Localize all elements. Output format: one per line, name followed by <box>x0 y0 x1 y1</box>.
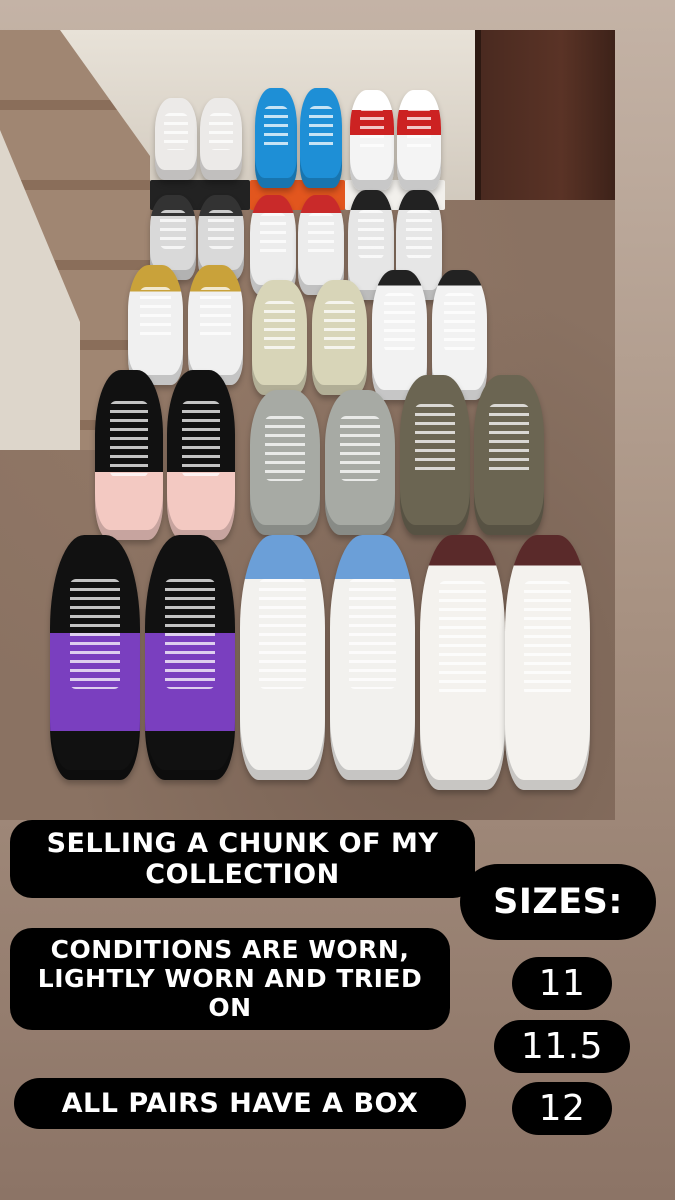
sizes-title: SIZES: <box>460 864 656 941</box>
sneaker-white-brown-high <box>420 535 505 790</box>
sneaker-grey-chunky <box>325 390 395 535</box>
sneaker-red-white-high <box>397 90 441 190</box>
sneaker-collection-photo <box>0 30 615 820</box>
headline-caption: SELLING A CHUNK OF MY COLLECTION <box>10 820 475 899</box>
sneaker-blue-high <box>300 88 342 188</box>
sizes-title-text: SIZES: <box>493 882 623 922</box>
conditions-text: CONDITIONS ARE WORN, LIGHTLY WORN AND TR… <box>37 935 423 1022</box>
sneaker-white-gold-high <box>188 265 243 385</box>
sneaker-purple-black-high <box>50 535 140 780</box>
size-value: 11.5 <box>494 1020 630 1074</box>
size-value: 12 <box>512 1082 612 1136</box>
sneaker-olive-knit <box>400 375 470 535</box>
sneaker-black-pink-high <box>95 370 163 540</box>
sneaker-white-brown-high <box>505 535 590 790</box>
sneaker-red-white-high <box>350 90 394 190</box>
box-note-caption: ALL PAIRS HAVE A BOX <box>14 1078 466 1130</box>
headline-line2: COLLECTION <box>145 859 340 891</box>
sneaker-white-orange-high <box>240 535 325 780</box>
conditions-caption: CONDITIONS ARE WORN, LIGHTLY WORN AND TR… <box>10 928 450 1031</box>
sneaker-olive-knit <box>474 375 544 535</box>
sneaker-white-runner <box>200 98 242 180</box>
sneaker-blue-high <box>255 88 297 188</box>
headline-line1: SELLING A CHUNK OF MY <box>46 828 439 859</box>
sneaker-white-orange-high <box>330 535 415 780</box>
size-value-text: 11 <box>538 963 586 1004</box>
size-value-text: 12 <box>538 1088 586 1129</box>
sneaker-white-runner <box>155 98 197 180</box>
size-value-text: 11.5 <box>520 1026 604 1067</box>
size-value: 11 <box>512 957 612 1011</box>
sneaker-black-pink-high <box>167 370 235 540</box>
sneaker-grey-chunky <box>250 390 320 535</box>
box-note-text: ALL PAIRS HAVE A BOX <box>61 1088 419 1119</box>
sneaker-cream-knit <box>312 280 367 395</box>
sneaker-cream-knit <box>252 280 307 395</box>
sneaker-white-gold-high <box>128 265 183 385</box>
sneaker-purple-black-high <box>145 535 235 780</box>
